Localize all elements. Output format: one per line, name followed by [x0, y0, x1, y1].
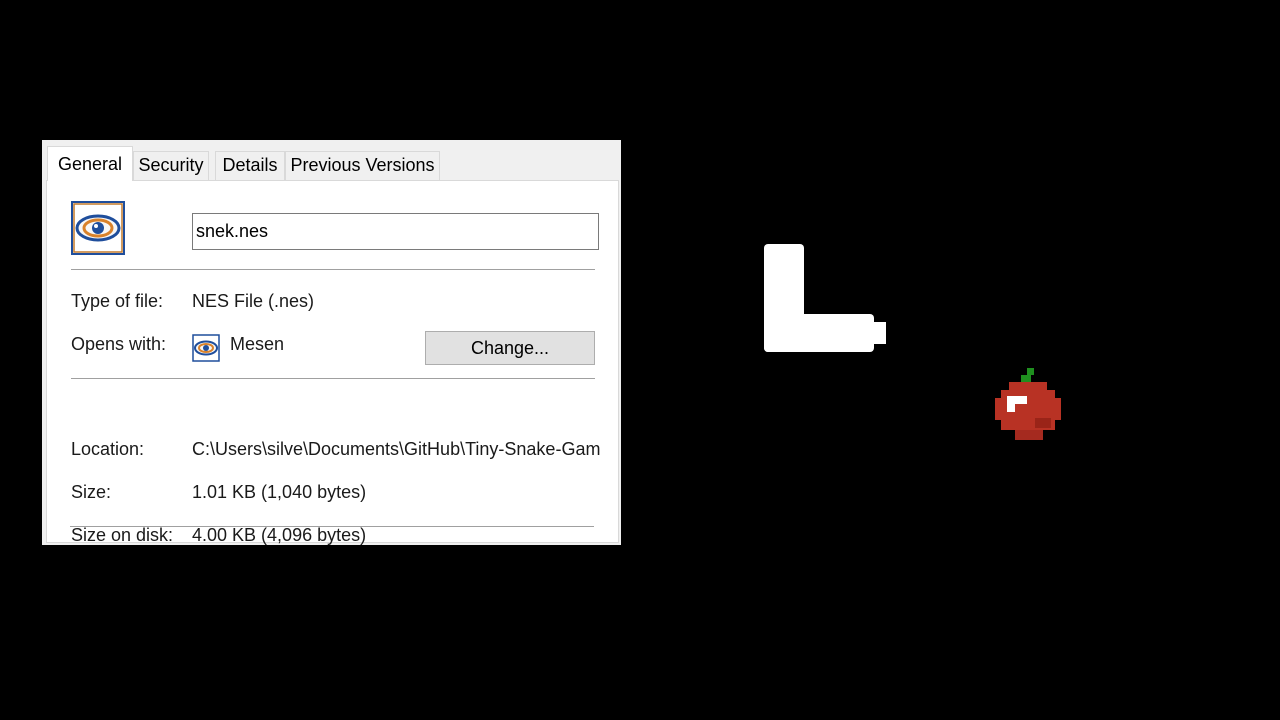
- size-on-disk-label: Size on disk:: [71, 525, 174, 545]
- game-canvas: [640, 0, 1280, 720]
- size-on-disk-value: 4.00 KB (4,096 bytes): [192, 525, 367, 545]
- mesen-eye-icon: [192, 334, 220, 362]
- separator: [70, 526, 594, 527]
- snake-segment-horizontal: [764, 314, 874, 352]
- file-properties-dialog: General Security Details Previous Versio…: [42, 140, 621, 545]
- size-value: 1.01 KB (1,040 bytes): [192, 482, 367, 502]
- opens-with-label: Opens with:: [71, 334, 167, 354]
- tab-security[interactable]: Security: [133, 151, 209, 180]
- tab-previous-versions[interactable]: Previous Versions: [285, 151, 440, 180]
- opens-with-app: Mesen: [230, 334, 285, 354]
- type-of-file-label: Type of file:: [71, 291, 164, 311]
- tab-general[interactable]: General: [47, 146, 133, 181]
- mesen-eye-icon: [71, 201, 125, 255]
- location-value: C:\Users\silve\Documents\GitHub\Tiny-Sna…: [192, 439, 600, 459]
- snake-head: [874, 322, 886, 344]
- apple-icon: [995, 368, 1061, 440]
- change-button[interactable]: Change...: [425, 331, 595, 365]
- file-name-field[interactable]: [192, 213, 599, 250]
- general-panel: Type of file: NES File (.nes) Opens with…: [46, 180, 619, 545]
- separator: [71, 378, 595, 379]
- type-of-file-value: NES File (.nes): [192, 291, 315, 311]
- location-clip: C:\Users\silve\Documents\GitHub\Tiny-Sna…: [192, 438, 600, 462]
- separator: [71, 269, 595, 270]
- tab-details[interactable]: Details: [215, 151, 285, 180]
- location-label: Location:: [71, 439, 145, 459]
- size-label: Size:: [71, 482, 112, 502]
- tab-bar: General Security Details Previous Versio…: [42, 140, 621, 181]
